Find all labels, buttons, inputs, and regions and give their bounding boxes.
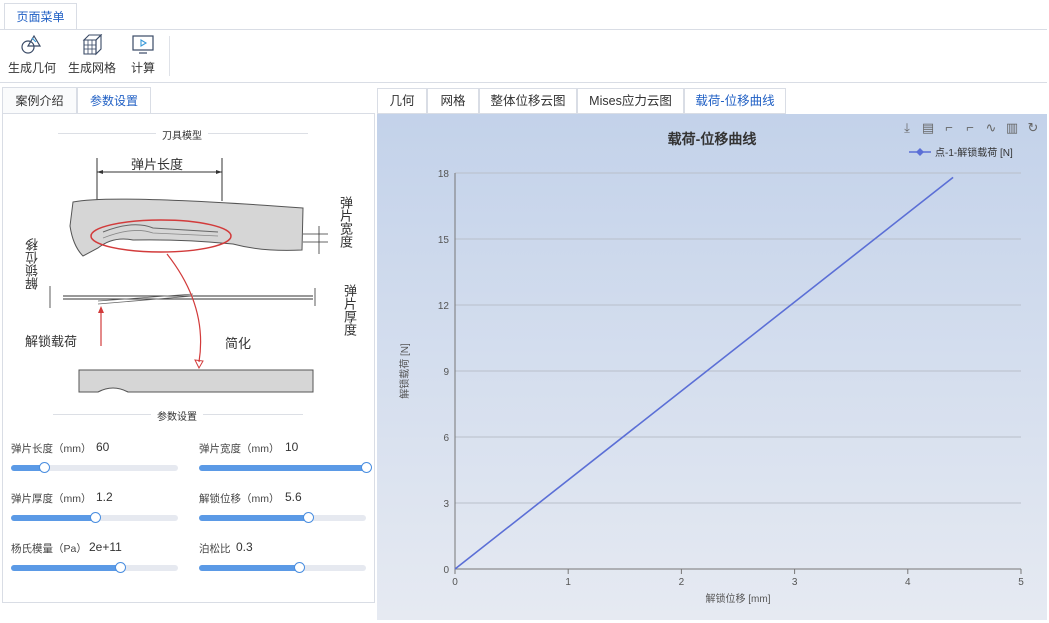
x-tick-label: 2 xyxy=(679,577,685,588)
x-tick-label: 0 xyxy=(452,577,458,588)
tab-case-intro[interactable]: 案例介绍 xyxy=(2,87,77,114)
mesh-icon xyxy=(82,34,103,56)
toolbar: 生成几何 生成网格 计算 xyxy=(0,29,1047,83)
spring-thickness-slider[interactable] xyxy=(11,512,178,523)
params-section-title: 参数设置 xyxy=(151,408,203,423)
x-tick-label: 3 xyxy=(792,577,798,588)
parameter-panel: 刀具模型 弹片长度 弹片宽度 解锁位移 弹片厚度 解锁载荷 简化 参数设置 弹片… xyxy=(2,113,375,603)
compute-icon xyxy=(132,35,154,54)
param-value-poisson-ratio: 0.3 xyxy=(236,540,253,554)
geometry-icon xyxy=(21,34,42,54)
tab-param-settings[interactable]: 参数设置 xyxy=(77,87,151,114)
x-tick-label: 5 xyxy=(1018,577,1024,588)
slider-thumb[interactable] xyxy=(39,462,51,473)
chart-panel: 载荷-位移曲线 ⤓ ▤ ⌐ ⌐ ∿ ▥ ↻ 0 3 6 9 12 15 18 0 1 2 3 4 5 解锁位移 [mm… xyxy=(377,114,1047,620)
series-line xyxy=(454,176,954,570)
param-label-spring-length: 弹片长度（mm） xyxy=(11,443,92,455)
compute-label: 计算 xyxy=(130,61,155,75)
y-tick-label: 12 xyxy=(438,301,450,312)
param-label-spring-thickness: 弹片厚度（mm） xyxy=(11,493,92,505)
y-tick-label: 6 xyxy=(443,433,449,444)
tab-load-displacement-curve[interactable]: 载荷-位移曲线 xyxy=(684,88,786,114)
generate-geometry-button[interactable]: 生成几何 xyxy=(8,34,56,76)
slider-thumb[interactable] xyxy=(294,562,306,573)
y-tick-label: 0 xyxy=(443,565,449,576)
compute-button[interactable]: 计算 xyxy=(130,34,156,76)
y-axis-label: 解锁载荷 [N] xyxy=(398,343,411,399)
simplify-annotation: 简化 xyxy=(225,336,252,351)
tab-page-menu[interactable]: 页面菜单 xyxy=(4,3,77,30)
slider-thumb[interactable] xyxy=(114,562,126,573)
tab-mesh[interactable]: 网格 xyxy=(427,88,479,114)
spring-thickness-annotation: 弹片厚度 xyxy=(342,284,357,336)
param-label-spring-width: 弹片宽度（mm） xyxy=(199,443,280,455)
spring-length-slider[interactable] xyxy=(11,462,178,473)
param-value-spring-width: 10 xyxy=(285,440,299,454)
toolbar-divider xyxy=(169,36,170,76)
tab-geometry[interactable]: 几何 xyxy=(377,88,427,114)
legend-marker xyxy=(916,148,924,156)
param-label-youngs-modulus: 杨氏模量（Pa） xyxy=(11,543,87,555)
tab-mises-contour[interactable]: Mises应力云图 xyxy=(577,88,684,114)
x-axis-label: 解锁位移 [mm] xyxy=(706,592,771,605)
y-tick-label: 18 xyxy=(438,169,450,180)
x-tick-label: 1 xyxy=(565,577,571,588)
slider-thumb[interactable] xyxy=(89,512,101,523)
tab-displacement-contour[interactable]: 整体位移云图 xyxy=(479,88,577,114)
poisson-ratio-slider[interactable] xyxy=(199,562,366,573)
param-value-spring-length: 60 xyxy=(96,440,110,454)
y-tick-label: 3 xyxy=(443,499,449,510)
param-label-unlock-disp: 解锁位移（mm） xyxy=(199,493,280,505)
y-tick-label: 15 xyxy=(438,235,450,246)
spring-width-slider[interactable] xyxy=(199,462,372,473)
legend-label: 点-1-解锁载荷 [N] xyxy=(935,146,1013,159)
tool-model-diagram xyxy=(49,158,328,393)
unlock-displacement-slider[interactable] xyxy=(199,512,366,523)
youngs-modulus-slider[interactable] xyxy=(11,562,178,573)
spring-length-annotation: 弹片长度 xyxy=(131,157,184,172)
param-value-spring-thickness: 1.2 xyxy=(96,490,113,504)
param-label-poisson-ratio: 泊松比 xyxy=(199,543,231,555)
unlock-load-annotation: 解锁载荷 xyxy=(25,334,78,349)
generate-mesh-button[interactable]: 生成网格 xyxy=(68,34,116,76)
slider-thumb[interactable] xyxy=(302,512,314,523)
param-value-youngs-modulus: 2e+11 xyxy=(89,540,122,554)
generate-geometry-label: 生成几何 xyxy=(8,61,57,75)
slider-thumb[interactable] xyxy=(361,462,372,473)
load-displacement-chart[interactable]: 03691215180 1 2 3 4 5解锁位移 [mm]解锁载荷 [N]点-1-解锁载… xyxy=(377,114,1047,620)
x-tick-label: 4 xyxy=(905,577,911,588)
y-tick-label: 9 xyxy=(443,367,449,378)
param-value-unlock-disp: 5.6 xyxy=(285,490,302,504)
unlock-displacement-annotation: 解锁位移 xyxy=(25,238,40,290)
generate-mesh-label: 生成网格 xyxy=(68,61,117,75)
spring-width-annotation: 弹片宽度 xyxy=(338,196,353,248)
